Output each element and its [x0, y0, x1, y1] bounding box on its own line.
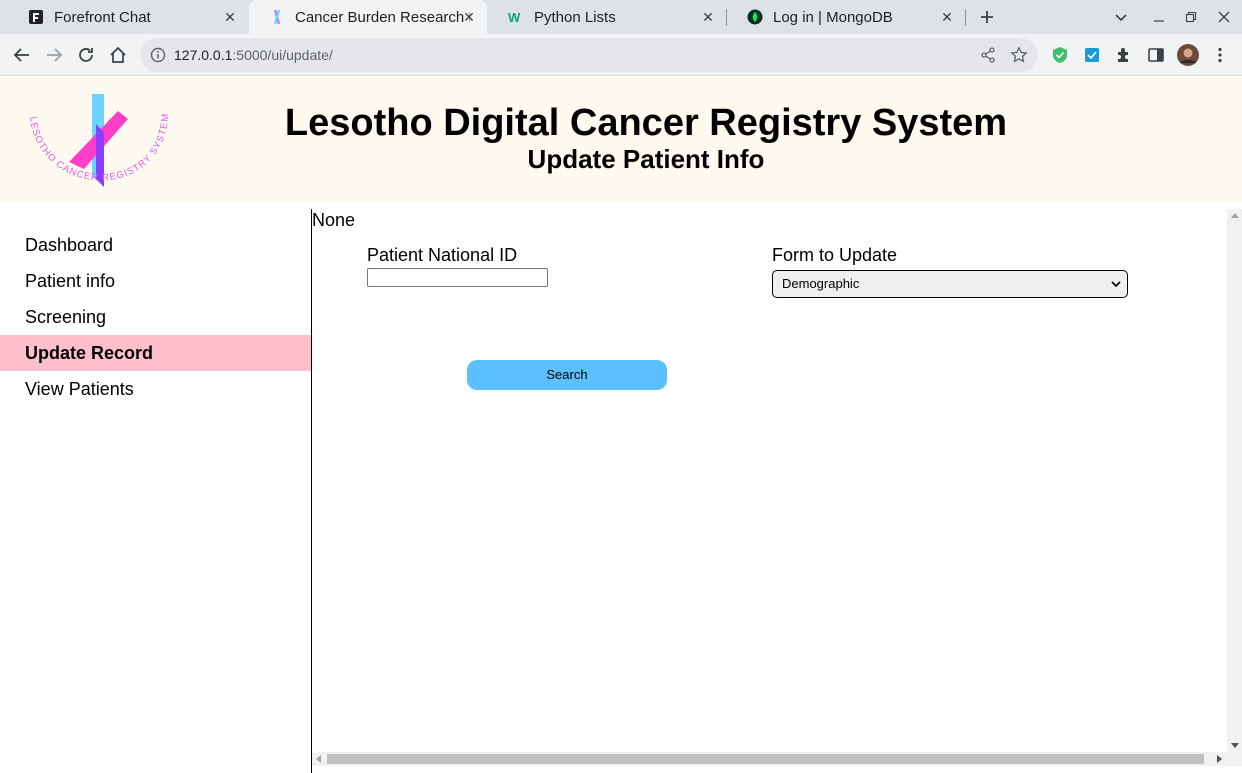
tab-forefront-chat[interactable]: Forefront Chat ✕: [8, 0, 248, 34]
svg-text:W: W: [508, 10, 521, 25]
main-content: None Patient National ID Form to Update …: [312, 209, 1227, 752]
info-icon: [150, 47, 166, 63]
chevron-down-icon: [1115, 14, 1127, 22]
scroll-left-arrow-icon[interactable]: [316, 755, 321, 763]
minimize-button[interactable]: [1143, 0, 1175, 34]
sidebar-item-update-record[interactable]: Update Record: [0, 335, 311, 371]
plus-icon: [981, 11, 993, 23]
chevron-down-icon: [1111, 281, 1121, 288]
page-header: LESOTHO CANCER REGISTRY SYSTEM Lesotho D…: [0, 77, 1242, 202]
national-id-label: Patient National ID: [367, 245, 518, 265]
search-button[interactable]: Search: [467, 360, 667, 390]
url-path: :5000/ui/update/: [232, 47, 333, 63]
tab-search-button[interactable]: [1105, 0, 1137, 34]
share-icon[interactable]: [980, 47, 996, 63]
sidebar-item-dashboard[interactable]: Dashboard: [0, 227, 311, 263]
forward-button[interactable]: [38, 39, 70, 71]
tab-title: Cancer Burden Research Platform: [295, 8, 470, 26]
tab-mongodb[interactable]: Log in | MongoDB ✕: [727, 0, 965, 34]
tab-title: Forefront Chat: [54, 8, 151, 26]
vertical-scrollbar[interactable]: [1227, 209, 1242, 752]
browser-tabstrip: Forefront Chat ✕ Cancer Burden Research …: [0, 0, 1242, 34]
tab-title: Log in | MongoDB: [773, 8, 893, 26]
shield-extension-icon[interactable]: [1051, 46, 1069, 64]
close-tab-icon[interactable]: ✕: [700, 9, 716, 25]
page-subtitle: Update Patient Info: [527, 144, 765, 174]
tab-cancer-burden[interactable]: Cancer Burden Research Platform ✕: [249, 0, 487, 34]
scrollbar-thumb[interactable]: [327, 754, 1204, 764]
home-icon: [110, 46, 126, 63]
close-tab-icon[interactable]: ✕: [461, 9, 477, 25]
browser-toolbar: 127.0.0.1:5000/ui/update/: [0, 34, 1242, 76]
national-id-input[interactable]: [367, 268, 548, 287]
sidebar-nav: Dashboard Patient info Screening Update …: [0, 227, 311, 407]
form-to-update-label: Form to Update: [772, 245, 898, 265]
minimize-icon: [1154, 20, 1164, 22]
url-text: 127.0.0.1:5000/ui/update/: [174, 47, 333, 63]
forefront-icon: [28, 9, 44, 25]
extensions-puzzle-icon[interactable]: [1115, 46, 1133, 64]
tab-title: Python Lists: [534, 8, 616, 26]
home-button[interactable]: [102, 39, 134, 71]
close-window-button[interactable]: [1208, 0, 1240, 34]
profile-avatar[interactable]: [1177, 44, 1199, 66]
reload-button[interactable]: [70, 39, 102, 71]
horizontal-scrollbar[interactable]: [312, 752, 1242, 766]
mongodb-leaf-icon: [747, 9, 763, 25]
form-to-update-select[interactable]: Demographic: [772, 270, 1128, 298]
arrow-right-icon: [47, 48, 63, 62]
ribbon-icon: [269, 9, 285, 25]
url-host: 127.0.0.1: [174, 47, 233, 63]
bookmark-star-icon[interactable]: [1010, 46, 1028, 64]
back-button[interactable]: [6, 39, 38, 71]
tab-python-lists[interactable]: W Python Lists ✕: [488, 0, 726, 34]
address-bar[interactable]: 127.0.0.1:5000/ui/update/: [140, 38, 1038, 72]
form-select-value: Demographic: [782, 276, 860, 291]
scroll-right-arrow-icon[interactable]: [1217, 755, 1222, 763]
status-message: None: [312, 210, 356, 230]
sidebar-item-view-patients[interactable]: View Patients: [0, 371, 311, 407]
close-icon: [1218, 11, 1230, 23]
arrow-left-icon: [13, 48, 29, 62]
w3schools-icon: W: [508, 9, 524, 25]
new-tab-button[interactable]: [971, 0, 1003, 34]
reload-icon: [79, 48, 93, 62]
close-tab-icon[interactable]: ✕: [222, 9, 238, 25]
scroll-down-arrow-icon[interactable]: [1231, 743, 1239, 748]
side-panel-icon[interactable]: [1147, 46, 1165, 64]
restore-button[interactable]: [1175, 0, 1207, 34]
page-title: Lesotho Digital Cancer Registry System: [284, 102, 1008, 144]
close-tab-icon[interactable]: ✕: [939, 9, 955, 25]
tab-separator: [965, 9, 966, 26]
kebab-menu-icon[interactable]: [1211, 46, 1229, 64]
sidebar-item-screening[interactable]: Screening: [0, 299, 311, 335]
scroll-up-arrow-icon[interactable]: [1231, 213, 1239, 218]
restore-icon: [1185, 11, 1197, 23]
sidebar-item-patient-info[interactable]: Patient info: [0, 263, 311, 299]
checkbox-extension-icon[interactable]: [1083, 46, 1101, 64]
